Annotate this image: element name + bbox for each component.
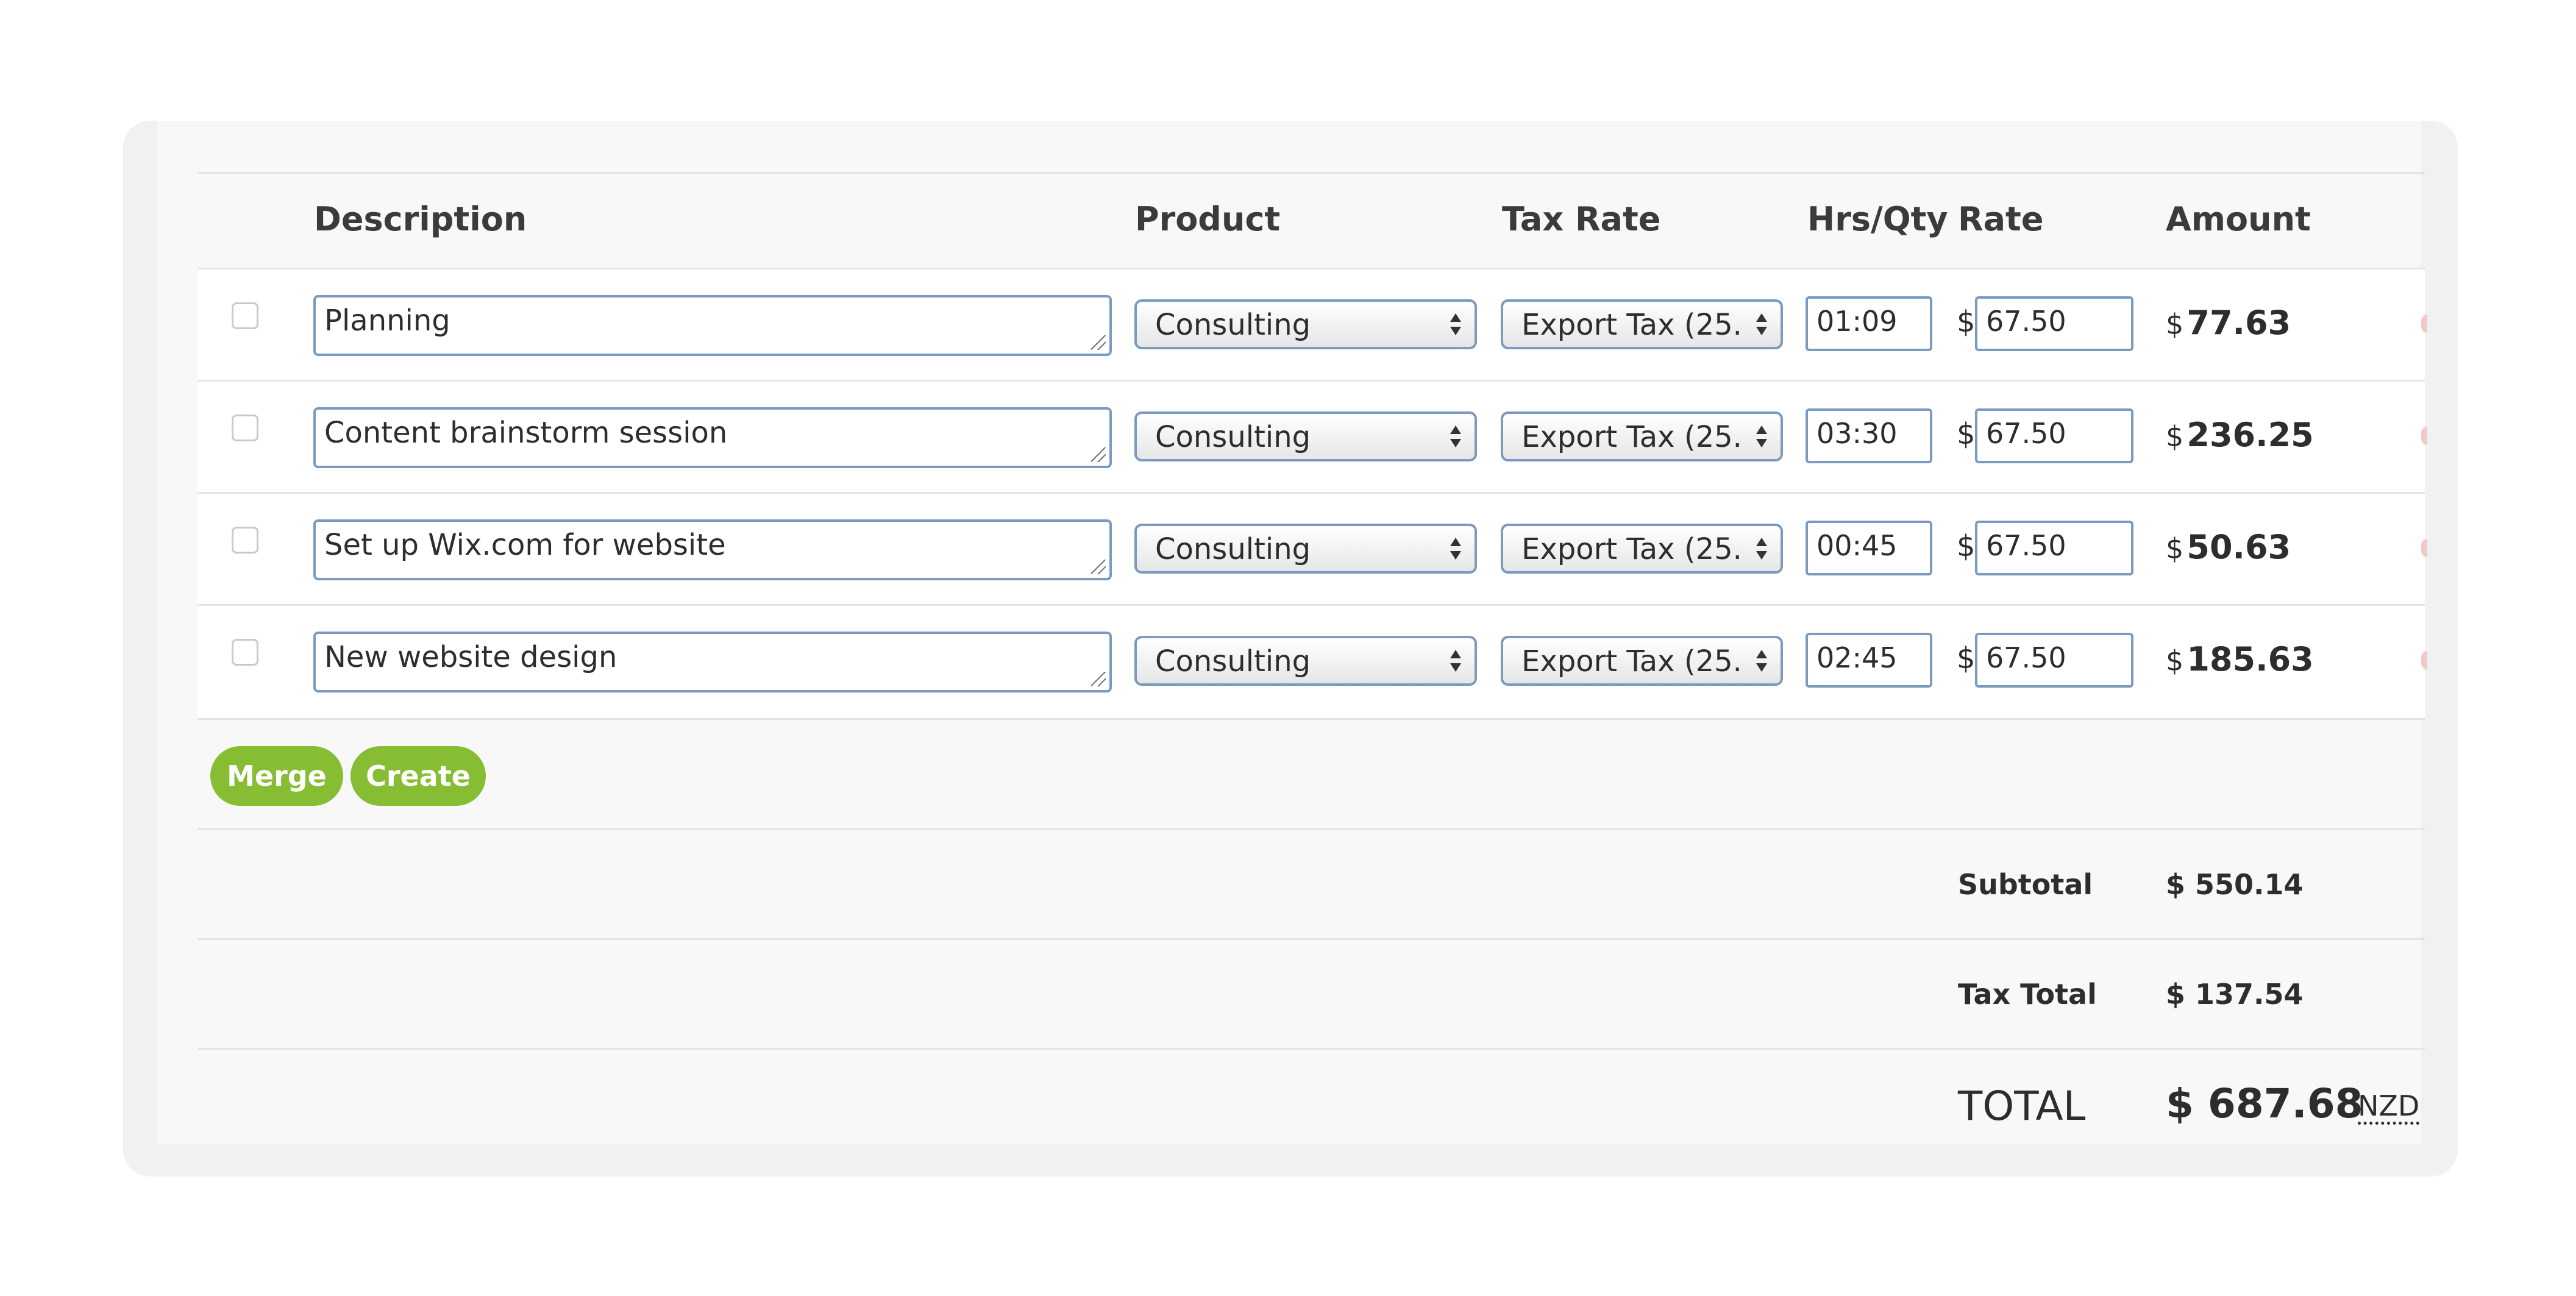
updown-arrows-icon [1450, 425, 1461, 447]
amount-currency-symbol: $ [2166, 644, 2184, 677]
amount-value: 50.63 [2186, 528, 2291, 566]
rate-input[interactable]: 67.50 [1975, 296, 2133, 351]
summary-divider [197, 1048, 2425, 1050]
tax-rate-select[interactable]: Export Tax (25. [1501, 411, 1783, 461]
tax-rate-select[interactable]: Export Tax (25. [1501, 524, 1783, 574]
hrs-qty-input[interactable]: 01:09 [1806, 296, 1932, 351]
header-divider [197, 268, 2425, 269]
rate-currency-symbol: $ [1957, 417, 1976, 451]
row-divider [197, 604, 2425, 606]
column-header-rate: Rate [1958, 200, 2044, 238]
amount-value: 185.63 [2186, 640, 2314, 678]
column-header-description: Description [314, 200, 527, 238]
description-text: Set up Wix.com for website [324, 528, 726, 562]
hrs-qty-input[interactable]: 00:45 [1806, 521, 1932, 575]
amount-currency-symbol: $ [2166, 532, 2184, 565]
resize-grip-icon[interactable] [1091, 447, 1106, 462]
rate-input[interactable]: 67.50 [1975, 633, 2133, 688]
summary-divider [197, 938, 2425, 940]
product-select-value: Consulting [1155, 644, 1311, 678]
delete-row-icon[interactable] [2421, 651, 2427, 669]
product-select[interactable]: Consulting [1134, 636, 1477, 686]
product-select-value: Consulting [1155, 420, 1311, 454]
row-amount: $ 50.63 [2166, 528, 2291, 566]
product-select[interactable]: Consulting [1134, 524, 1477, 574]
updown-arrows-icon [1756, 650, 1767, 672]
row-select-checkbox[interactable] [232, 639, 258, 666]
delete-row-icon[interactable] [2421, 539, 2427, 557]
row-select-checkbox[interactable] [232, 415, 258, 441]
tax-rate-select-value: Export Tax (25. [1521, 308, 1742, 342]
tax-rate-select-value: Export Tax (25. [1521, 644, 1742, 678]
description-text: Content brainstorm session [324, 416, 728, 450]
rate-currency-symbol: $ [1957, 641, 1976, 675]
updown-arrows-icon [1756, 313, 1767, 335]
tax-total-label: Tax Total [1958, 978, 2097, 1011]
description-text: New website design [324, 640, 617, 674]
table-top-divider [197, 172, 2425, 174]
tax-rate-select[interactable]: Export Tax (25. [1501, 636, 1783, 686]
invoice-items-card: Description Product Tax Rate Hrs/Qty Rat… [123, 121, 2458, 1177]
row-select-checkbox[interactable] [232, 527, 258, 554]
merge-button[interactable]: Merge [210, 746, 343, 806]
rate-input[interactable]: 67.50 [1975, 521, 2133, 575]
row-select-checkbox[interactable] [232, 302, 258, 329]
updown-arrows-icon [1450, 313, 1461, 335]
description-text: Planning [324, 304, 450, 338]
delete-row-icon[interactable] [2421, 315, 2427, 333]
amount-currency-symbol: $ [2166, 420, 2184, 453]
description-field[interactable]: Content brainstorm session [313, 407, 1112, 468]
resize-grip-icon[interactable] [1091, 335, 1106, 350]
subtotal-label: Subtotal [1958, 868, 2093, 901]
tax-rate-select-value: Export Tax (25. [1521, 532, 1742, 566]
hrs-qty-input[interactable]: 03:30 [1806, 408, 1932, 463]
updown-arrows-icon [1450, 538, 1461, 560]
amount-value: 77.63 [2186, 304, 2291, 342]
row-divider [197, 718, 2425, 720]
updown-arrows-icon [1756, 538, 1767, 560]
updown-arrows-icon [1756, 425, 1767, 447]
row-divider [197, 380, 2425, 382]
resize-grip-icon[interactable] [1091, 672, 1106, 686]
description-field[interactable]: New website design [313, 632, 1112, 693]
row-amount: $ 236.25 [2166, 416, 2314, 454]
hrs-qty-input[interactable]: 02:45 [1806, 633, 1932, 688]
summary-divider [197, 828, 2425, 830]
amount-value: 236.25 [2186, 416, 2314, 454]
product-select-value: Consulting [1155, 308, 1311, 342]
tax-rate-select-value: Export Tax (25. [1521, 420, 1742, 454]
description-field[interactable]: Set up Wix.com for website [313, 519, 1112, 580]
rate-input[interactable]: 67.50 [1975, 408, 2133, 463]
rate-currency-symbol: $ [1957, 305, 1976, 339]
tax-total-value: $ 137.54 [2166, 978, 2304, 1011]
description-field[interactable]: Planning [313, 295, 1112, 356]
total-label: TOTAL [1958, 1083, 2086, 1130]
currency-code[interactable]: NZD [2358, 1090, 2420, 1125]
subtotal-value: $ 550.14 [2166, 868, 2304, 901]
product-select-value: Consulting [1155, 532, 1311, 566]
row-divider [197, 492, 2425, 494]
column-header-product: Product [1135, 200, 1281, 238]
product-select[interactable]: Consulting [1134, 299, 1477, 349]
amount-currency-symbol: $ [2166, 308, 2184, 341]
column-header-hrs-qty: Hrs/Qty [1807, 200, 1948, 238]
row-amount: $ 185.63 [2166, 640, 2314, 678]
column-header-tax-rate: Tax Rate [1502, 200, 1661, 238]
column-header-amount: Amount [2166, 200, 2311, 238]
create-button[interactable]: Create [350, 746, 486, 806]
product-select[interactable]: Consulting [1134, 411, 1477, 461]
row-amount: $ 77.63 [2166, 304, 2291, 342]
delete-row-icon[interactable] [2421, 427, 2427, 445]
tax-rate-select[interactable]: Export Tax (25. [1501, 299, 1783, 349]
rate-currency-symbol: $ [1957, 529, 1976, 563]
total-value: $ 687.68 [2166, 1080, 2363, 1127]
resize-grip-icon[interactable] [1091, 560, 1106, 574]
updown-arrows-icon [1450, 650, 1461, 672]
